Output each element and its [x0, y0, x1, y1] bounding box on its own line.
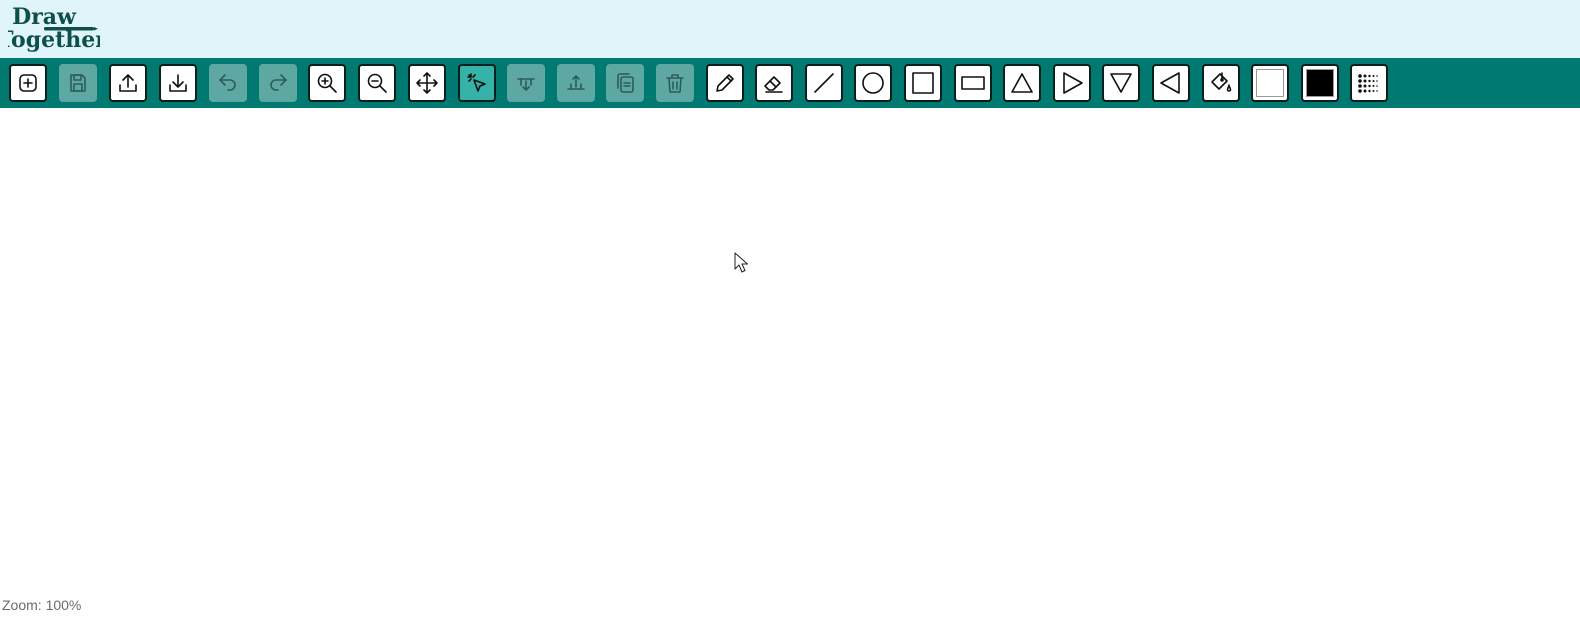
pencil-button[interactable] [706, 64, 744, 102]
upload-button[interactable] [109, 64, 147, 102]
copy-icon [617, 73, 634, 93]
triangle-up-button[interactable] [1003, 64, 1041, 102]
logo-line2: Together [8, 27, 100, 53]
trash-icon [666, 74, 684, 93]
undo-icon [219, 74, 236, 91]
line-icon [814, 73, 834, 93]
upload-icon [119, 74, 137, 92]
delete-button[interactable] [656, 64, 694, 102]
dotted-grid-icon [1358, 74, 1378, 93]
paint-bucket-icon [1211, 72, 1232, 92]
move-icon [416, 72, 438, 94]
fill-button[interactable] [1202, 64, 1240, 102]
triangle-down-icon [1110, 73, 1132, 93]
toolbar [0, 58, 1580, 108]
eraser-icon [764, 76, 783, 93]
select-button[interactable] [458, 64, 496, 102]
square-icon [912, 72, 934, 94]
redo-icon [270, 74, 287, 91]
pencil-logo-icon [44, 27, 98, 31]
app-logo: Draw Together [0, 3, 107, 53]
circle-button[interactable] [854, 64, 892, 102]
triangle-right-button[interactable] [1053, 64, 1091, 102]
bring-forward-button[interactable] [557, 64, 595, 102]
pencil-icon [716, 74, 734, 92]
zoom-status: Zoom: 100% [2, 597, 82, 613]
bring-forward-icon [567, 75, 585, 90]
zoom-out-button[interactable] [358, 64, 396, 102]
rectangle-icon [961, 76, 985, 90]
zoom-in-button[interactable] [308, 64, 346, 102]
download-icon [169, 74, 187, 92]
rectangle-button[interactable] [954, 64, 992, 102]
eraser-button[interactable] [755, 64, 793, 102]
fill-color-swatch-inner [1256, 69, 1284, 97]
new-file-icon [19, 74, 37, 92]
download-button[interactable] [159, 64, 197, 102]
circle-icon [862, 72, 884, 94]
pan-button[interactable] [408, 64, 446, 102]
line-button[interactable] [805, 64, 843, 102]
triangle-left-button[interactable] [1152, 64, 1190, 102]
copy-button[interactable] [606, 64, 644, 102]
triangle-down-button[interactable] [1102, 64, 1140, 102]
mouse-cursor-icon [734, 252, 748, 274]
send-backward-icon [517, 78, 535, 91]
stroke-color-swatch-inner [1306, 69, 1334, 97]
stroke-style-button[interactable] [1350, 64, 1388, 102]
app-header: Draw Together [0, 0, 1580, 58]
square-button[interactable] [904, 64, 942, 102]
stroke-color-swatch[interactable] [1301, 64, 1339, 102]
redo-button[interactable] [259, 64, 297, 102]
new-button[interactable] [9, 64, 47, 102]
send-backward-button[interactable] [507, 64, 545, 102]
triangle-up-icon [1011, 73, 1033, 93]
select-cursor-icon [467, 73, 486, 92]
save-button[interactable] [59, 64, 97, 102]
save-icon [70, 74, 86, 92]
undo-button[interactable] [209, 64, 247, 102]
triangle-right-icon [1063, 72, 1083, 94]
fill-color-swatch[interactable] [1251, 64, 1289, 102]
triangle-left-icon [1160, 72, 1180, 94]
zoom-out-icon [367, 73, 387, 93]
drawing-canvas[interactable] [0, 108, 1580, 619]
zoom-in-icon [317, 73, 337, 93]
